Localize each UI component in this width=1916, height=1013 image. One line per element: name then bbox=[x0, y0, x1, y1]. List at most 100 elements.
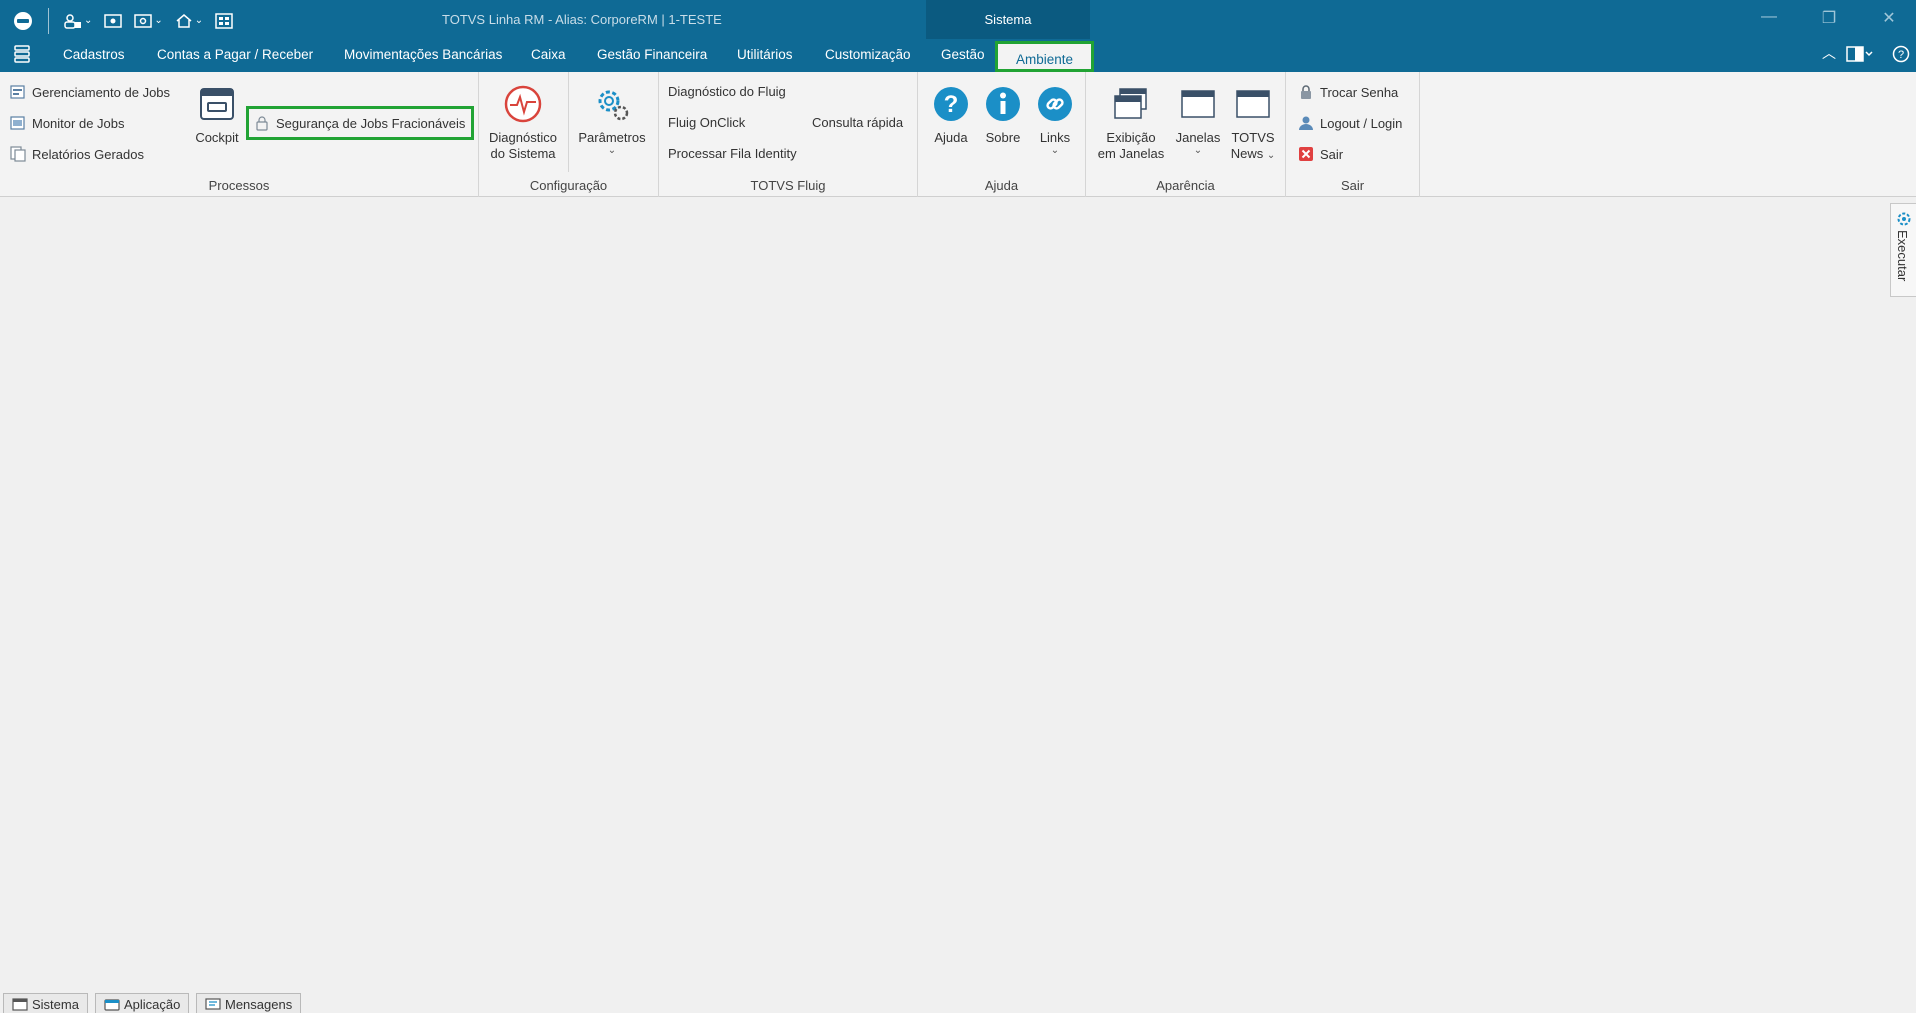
group-aparencia: Exibição em Janelas Janelas ⌄ TOTVS News… bbox=[1086, 72, 1286, 197]
application-icon bbox=[104, 998, 120, 1011]
home-icon bbox=[176, 14, 192, 28]
help-circle-icon: ? bbox=[931, 84, 971, 124]
preview-button[interactable] bbox=[101, 9, 125, 33]
grid-icon bbox=[215, 13, 233, 29]
fluig-onclick-button[interactable]: Fluig OnClick bbox=[668, 115, 745, 130]
trocar-senha-label: Trocar Senha bbox=[1320, 84, 1399, 100]
menu-ambiente[interactable]: Ambiente bbox=[995, 41, 1095, 72]
exibicao-janelas-button[interactable]: Exibição em Janelas bbox=[1094, 84, 1168, 162]
bottom-tab-mensagens[interactable]: Mensagens bbox=[196, 993, 302, 1013]
group-processos: Gerenciamento de Jobs Monitor de Jobs Re… bbox=[0, 72, 479, 197]
cockpit-button[interactable]: Cockpit bbox=[192, 84, 242, 146]
menu-gestao-financeira[interactable]: Gestão Financeira bbox=[597, 47, 707, 62]
chevron-down-icon: ⌄ bbox=[1266, 150, 1276, 161]
consulta-rapida-button[interactable]: Consulta rápida bbox=[812, 115, 903, 130]
cockpit-label: Cockpit bbox=[195, 130, 239, 145]
gerenciamento-jobs-label: Gerenciamento de Jobs bbox=[32, 84, 171, 100]
toolbar-separator bbox=[48, 8, 49, 34]
group-ajuda: ? Ajuda Sobre Links ⌄ Ajuda bbox=[918, 72, 1086, 197]
diagnostico-fluig-label: Diagnóstico do Fluig bbox=[668, 84, 786, 99]
windows-cascade-icon bbox=[1111, 84, 1151, 124]
diagnostico-sistema-button[interactable]: Diagnóstico do Sistema bbox=[487, 84, 559, 162]
trocar-senha-button[interactable]: Trocar Senha bbox=[1298, 84, 1398, 100]
executar-side-tab[interactable]: Executar bbox=[1890, 203, 1916, 297]
close-button[interactable]: ✕ bbox=[1877, 8, 1901, 28]
news-label-line1: TOTVS bbox=[1231, 130, 1275, 145]
chevron-down-icon: ⌄ bbox=[84, 15, 93, 26]
collapse-ribbon-button[interactable]: ︿ bbox=[1822, 43, 1836, 63]
monitor-jobs-button[interactable]: Monitor de Jobs bbox=[10, 115, 125, 131]
separator bbox=[568, 72, 569, 172]
user-icon bbox=[1299, 116, 1313, 130]
parametros-button[interactable]: Parâmetros ⌄ bbox=[573, 84, 651, 156]
bottom-tab-aplicacao[interactable]: Aplicação bbox=[95, 993, 190, 1013]
group-totvs-fluig: Diagnóstico do Fluig Fluig OnClick Proce… bbox=[659, 72, 918, 197]
menu-utilitarios[interactable]: Utilitários bbox=[737, 47, 793, 62]
bottom-tab-aplicacao-label: Aplicação bbox=[124, 997, 181, 1012]
janelas-button[interactable]: Janelas ⌄ bbox=[1172, 84, 1224, 156]
sair-button[interactable]: Sair bbox=[1298, 146, 1343, 162]
fluig-onclick-label: Fluig OnClick bbox=[668, 115, 746, 130]
menu-movimentacoes-bancarias[interactable]: Movimentações Bancárias bbox=[344, 47, 502, 62]
window-title: TOTVS Linha RM - Alias: CorporeRM | 1-TE… bbox=[442, 12, 722, 27]
window-icon bbox=[1178, 84, 1218, 124]
app-logo-button[interactable] bbox=[10, 9, 36, 33]
home-dropdown-button[interactable]: ⌄ bbox=[172, 9, 206, 33]
totvs-news-button[interactable]: TOTVS News ⌄ bbox=[1226, 84, 1280, 162]
janelas-label: Janelas bbox=[1175, 130, 1221, 145]
menu-cadastros[interactable]: Cadastros bbox=[63, 47, 125, 62]
exibicao-label-line2: em Janelas bbox=[1097, 146, 1165, 161]
processar-fila-label: Processar Fila Identity bbox=[668, 146, 797, 161]
ajuda-button[interactable]: ? Ajuda bbox=[929, 84, 973, 146]
menu-bar: Cadastros Contas a Pagar / Receber Movim… bbox=[0, 39, 1916, 72]
window-dropdown-button[interactable]: ⌄ bbox=[131, 9, 165, 33]
seguranca-jobs-fracionaveis-button[interactable]: Segurança de Jobs Fracionáveis bbox=[246, 106, 475, 140]
news-window-icon bbox=[1233, 84, 1273, 124]
seguranca-jobs-label: Segurança de Jobs Fracionáveis bbox=[276, 115, 466, 131]
help-button[interactable]: ? bbox=[1892, 45, 1910, 66]
quick-access-toolbar: ⌄ ⌄ ⌄ bbox=[10, 8, 236, 34]
processar-fila-identity-button[interactable]: Processar Fila Identity bbox=[668, 146, 797, 161]
group-label-ajuda: Ajuda bbox=[984, 178, 1019, 193]
ribbon-menu-toggle[interactable] bbox=[14, 45, 30, 66]
monitor-jobs-label: Monitor de Jobs bbox=[32, 115, 125, 131]
jobs-manager-icon bbox=[10, 85, 25, 99]
links-button[interactable]: Links ⌄ bbox=[1033, 84, 1077, 156]
menu-contas-pagar-receber[interactable]: Contas a Pagar / Receber bbox=[157, 47, 313, 62]
bottom-tab-sistema[interactable]: Sistema bbox=[3, 993, 88, 1013]
group-label-configuracao: Configuração bbox=[529, 178, 608, 193]
diagnostico-fluig-button[interactable]: Diagnóstico do Fluig bbox=[668, 84, 786, 99]
relatorios-gerados-button[interactable]: Relatórios Gerados bbox=[10, 146, 144, 162]
monitor-jobs-icon bbox=[10, 116, 25, 130]
close-red-icon bbox=[1299, 147, 1313, 161]
layout-dropdown-button[interactable] bbox=[1846, 45, 1874, 66]
bottom-tab-bar: Sistema Aplicação Mensagens bbox=[0, 993, 1916, 1013]
grid-button[interactable] bbox=[212, 9, 236, 33]
gears-icon bbox=[592, 84, 632, 124]
diagnostic-pulse-icon bbox=[503, 84, 543, 124]
lock-icon bbox=[256, 116, 268, 131]
menu-caixa[interactable]: Caixa bbox=[531, 47, 566, 62]
system-window-icon bbox=[12, 997, 28, 1011]
padlock-icon bbox=[1301, 85, 1311, 99]
logout-login-button[interactable]: Logout / Login bbox=[1298, 115, 1402, 131]
relatorios-gerados-label: Relatórios Gerados bbox=[32, 146, 144, 162]
users-dropdown-button[interactable]: ⌄ bbox=[61, 9, 95, 33]
restore-button[interactable]: ❐ bbox=[1817, 8, 1841, 28]
sobre-button[interactable]: Sobre bbox=[981, 84, 1025, 146]
sair-label: Sair bbox=[1320, 146, 1344, 162]
chevron-down-icon: ⌄ bbox=[607, 145, 617, 156]
gerenciamento-jobs-button[interactable]: Gerenciamento de Jobs bbox=[10, 84, 170, 100]
group-label-processos: Processos bbox=[208, 178, 270, 193]
consulta-rapida-label: Consulta rápida bbox=[812, 115, 904, 130]
menu-customizacao[interactable]: Customização bbox=[825, 47, 911, 62]
links-label: Links bbox=[1039, 130, 1071, 145]
svg-text:?: ? bbox=[944, 91, 959, 118]
stack-menu-icon bbox=[14, 45, 30, 63]
group-sair: Trocar Senha Logout / Login Sair Sair bbox=[1286, 72, 1420, 197]
menu-gestao[interactable]: Gestão bbox=[941, 47, 985, 62]
window-gear-icon bbox=[134, 14, 153, 28]
cockpit-icon bbox=[197, 84, 237, 124]
minimize-button[interactable]: — bbox=[1757, 8, 1781, 26]
title-bar: ⌄ ⌄ ⌄ TOTVS Linha RM - Alias: CorporeRM … bbox=[0, 0, 1916, 72]
